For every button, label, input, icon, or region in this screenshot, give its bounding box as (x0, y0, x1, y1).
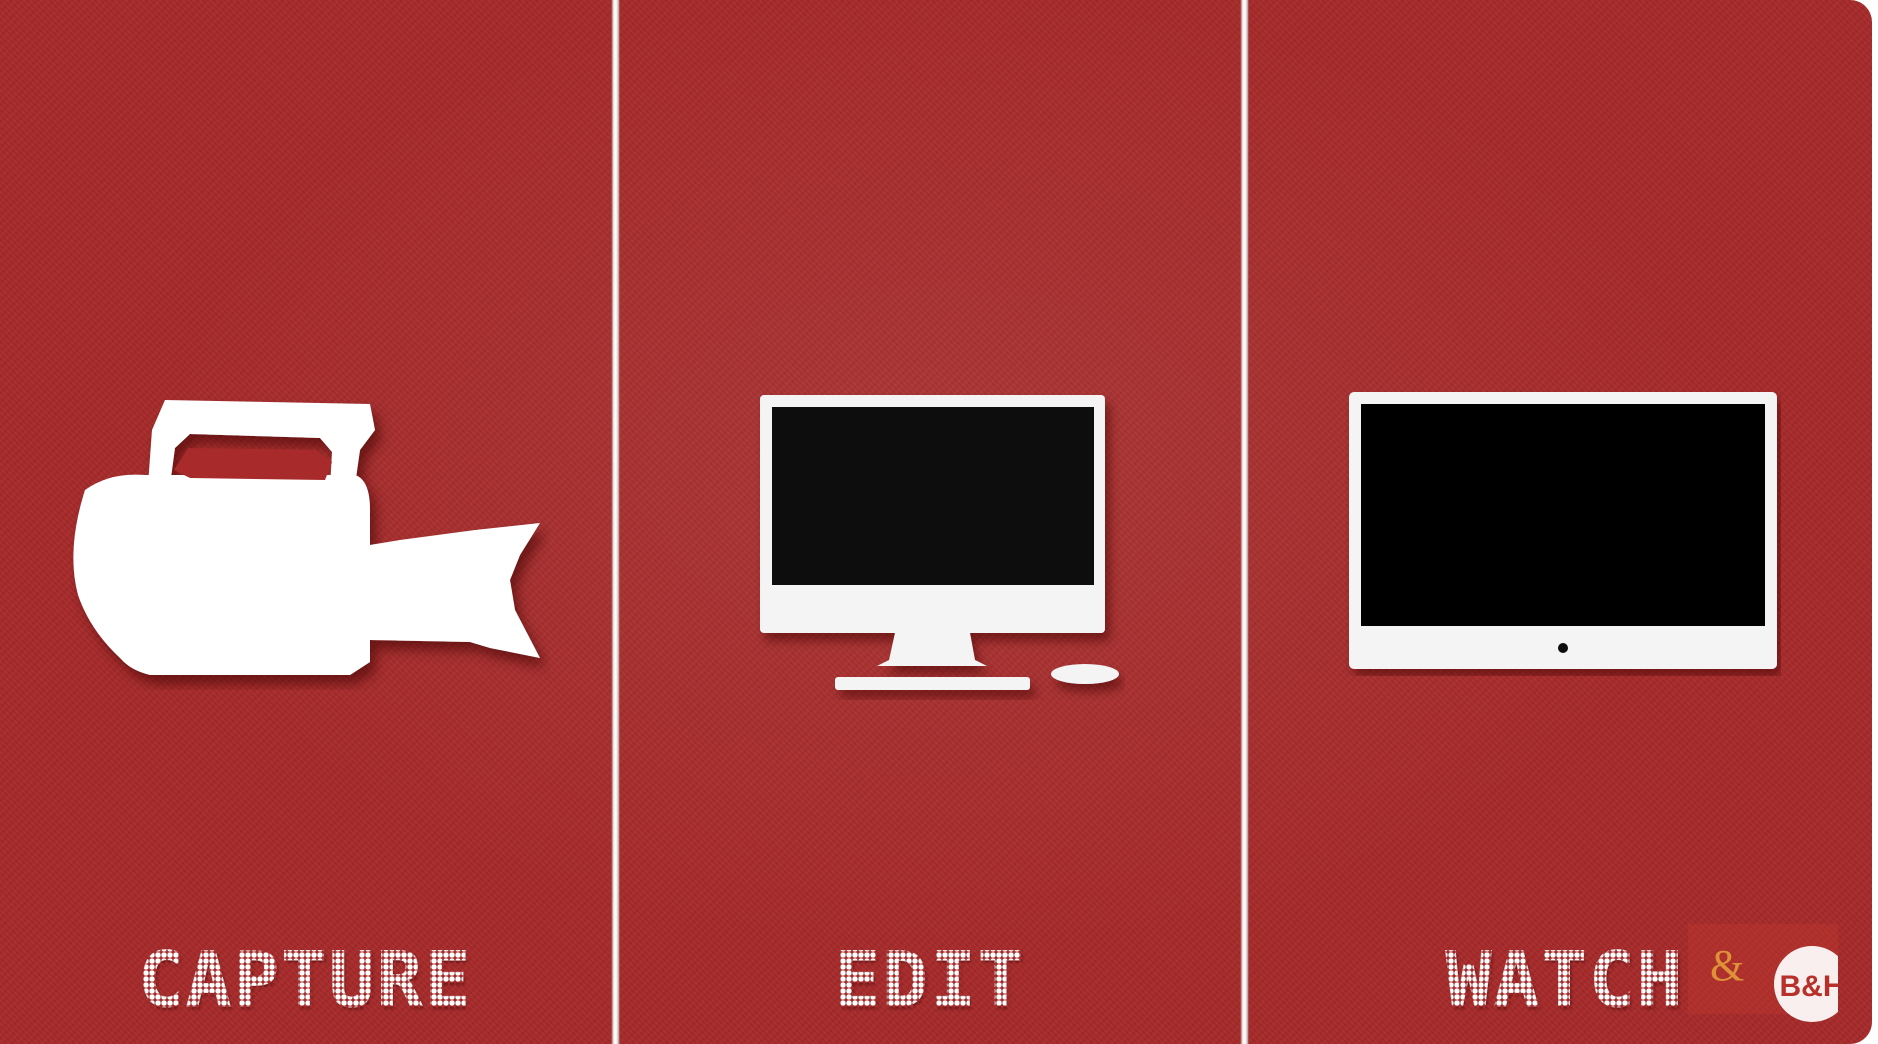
svg-text:&: & (1710, 941, 1744, 990)
panel-capture: CAPTURE (0, 0, 609, 1044)
video-camera-icon (73, 400, 541, 675)
svg-text:B&H: B&H (1780, 970, 1839, 1003)
capture-label: CAPTURE (137, 935, 473, 1024)
panel-divider (1240, 0, 1249, 1044)
bh-logo-icon: & B&H (1688, 924, 1839, 1022)
video-frame: CAPTURE EDIT WATCH & B&H (0, 0, 1872, 1044)
panel-divider (611, 0, 620, 1044)
edit-label: EDIT (834, 935, 1026, 1024)
watch-label: WATCH (1445, 935, 1685, 1024)
tv-icon (1349, 392, 1777, 669)
desktop-computer-icon (760, 395, 1119, 690)
